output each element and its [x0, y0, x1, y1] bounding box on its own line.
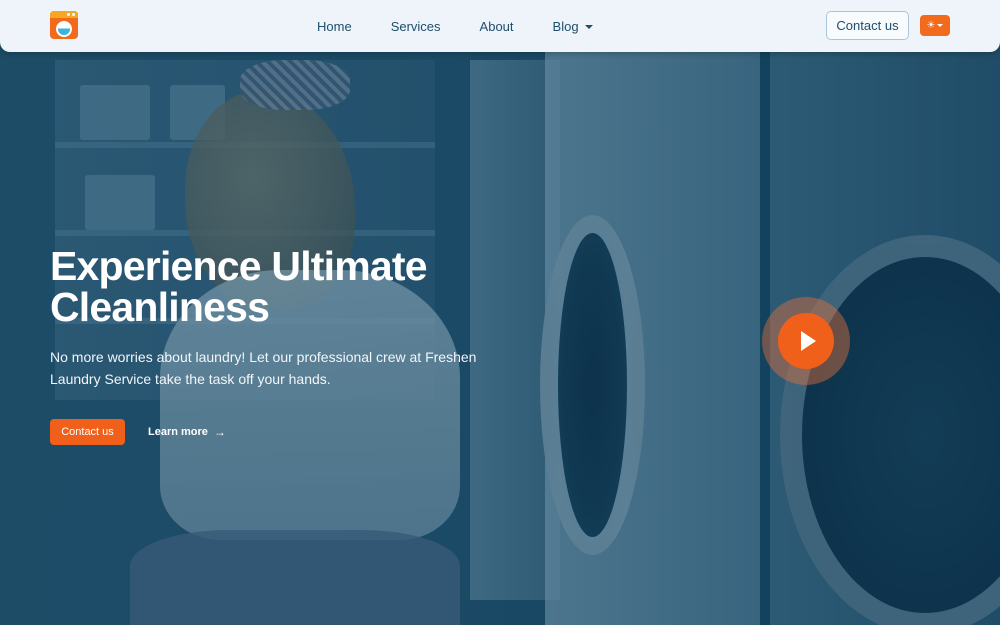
nav-contact-label: Contact us — [836, 18, 899, 33]
theme-toggle-button[interactable]: ☀ — [920, 15, 950, 36]
play-icon — [800, 331, 816, 351]
nav-home[interactable]: Home — [317, 19, 352, 34]
hero-title-line1: Experience Ultimate — [50, 243, 428, 289]
logo-dot — [72, 13, 75, 16]
chevron-down-icon — [584, 25, 593, 30]
nav-contact-button[interactable]: Contact us — [826, 11, 909, 40]
logo-drum — [56, 21, 72, 37]
logo-icon[interactable] — [50, 11, 78, 39]
nav-blog[interactable]: Blog — [553, 19, 593, 34]
nav-about-label: About — [479, 18, 514, 34]
hero-contact-button[interactable]: Contact us — [50, 419, 125, 445]
hero-title: Experience Ultimate Cleanliness — [50, 246, 510, 328]
logo-dot — [67, 13, 70, 16]
learn-more-link[interactable]: Learn more → — [148, 419, 226, 445]
play-video-button[interactable] — [762, 297, 850, 385]
nav-services[interactable]: Services — [391, 19, 441, 34]
chevron-down-icon — [937, 24, 944, 27]
arrow-right-icon: → — [213, 425, 226, 439]
learn-more-label: Learn more — [148, 426, 208, 438]
nav-home-label: Home — [317, 18, 352, 34]
nav-services-label: Services — [390, 18, 441, 34]
nav-links: Home Services About Blog — [317, 0, 632, 52]
navbar: Home Services About Blog Contact us ☀ — [0, 0, 1000, 52]
hero-contact-label: Contact us — [61, 426, 114, 438]
sun-icon: ☀ — [926, 20, 936, 31]
play-button-circle — [778, 313, 834, 369]
hero-title-line2: Cleanliness — [50, 284, 270, 330]
nav-blog-label: Blog — [552, 18, 579, 34]
nav-about[interactable]: About — [480, 19, 514, 34]
hero-subtitle: No more worries about laundry! Let our p… — [50, 349, 477, 387]
